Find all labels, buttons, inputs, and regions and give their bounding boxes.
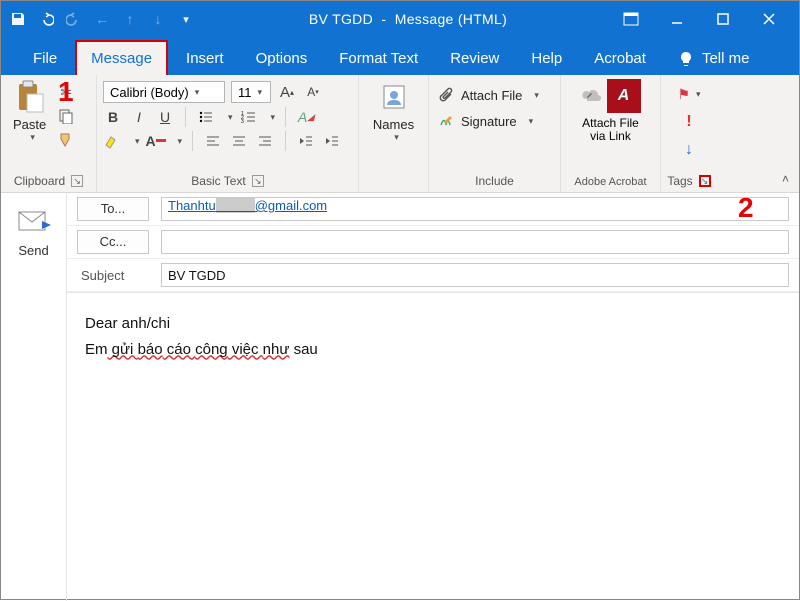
body-line-2: Em gửi báo cáo công việc như sau	[85, 337, 781, 363]
back-icon: ←	[93, 10, 111, 28]
clipboard-icon	[14, 81, 46, 113]
font-name-combo[interactable]: Calibri (Body)▾	[103, 81, 225, 103]
cc-row: Cc...	[67, 226, 799, 259]
attach-via-link-button[interactable]: Attach Filevia Link	[582, 117, 639, 143]
customize-qa-icon[interactable]: ▾	[177, 10, 195, 28]
underline-icon[interactable]: U	[155, 108, 175, 126]
send-column: Send	[1, 193, 67, 601]
maximize-icon[interactable]	[713, 9, 733, 29]
subject-input[interactable]	[161, 263, 789, 287]
align-right-icon[interactable]	[255, 132, 275, 150]
window-controls	[621, 9, 799, 29]
prev-item-icon: ↑	[121, 10, 139, 28]
tab-help[interactable]: Help	[517, 42, 576, 75]
subject-label: Subject	[77, 268, 149, 283]
basic-text-dialog-launcher-icon[interactable]: ↘	[252, 175, 264, 187]
adobe-icon: A	[607, 79, 641, 113]
signature-button[interactable]: Signature▾	[435, 111, 554, 131]
copy-icon[interactable]	[56, 107, 76, 125]
title-bar: ← ↑ ↓ ▾ BV TGDD - Message (HTML)	[1, 1, 799, 37]
group-adobe: A Attach Filevia Link Adobe Acrobat	[561, 75, 661, 192]
bullets-icon[interactable]	[196, 108, 216, 126]
tab-acrobat[interactable]: Acrobat	[580, 42, 660, 75]
next-item-icon: ↓	[149, 10, 167, 28]
body-line-1: Dear anh/chi	[85, 311, 781, 337]
align-center-icon[interactable]	[229, 132, 249, 150]
send-envelope-icon[interactable]	[18, 211, 50, 233]
paste-button[interactable]: Paste ▾	[7, 79, 52, 145]
italic-icon[interactable]: I	[129, 108, 149, 126]
group-clipboard: Paste ▾ ✂ Clipboard↘	[1, 75, 97, 192]
group-include: Attach File▾ Signature▾ Include	[429, 75, 561, 192]
popout-icon[interactable]	[621, 9, 641, 29]
cc-input[interactable]	[161, 230, 789, 254]
group-names: Names ▾	[359, 75, 429, 192]
lightbulb-icon	[678, 51, 694, 67]
tab-message[interactable]: Message	[75, 40, 168, 75]
clear-formatting-icon[interactable]: A◢	[296, 108, 316, 126]
tab-format-text[interactable]: Format Text	[325, 42, 432, 75]
paperclip-icon	[439, 87, 455, 103]
address-book-icon	[378, 81, 410, 113]
follow-up-flag-icon[interactable]: ⚑▾	[679, 85, 699, 103]
tags-dialog-launcher-icon[interactable]: ↘	[699, 175, 711, 187]
tab-insert[interactable]: Insert	[172, 42, 238, 75]
tab-review[interactable]: Review	[436, 42, 513, 75]
close-icon[interactable]	[759, 9, 779, 29]
cc-button[interactable]: Cc...	[77, 230, 149, 254]
to-input[interactable]: Thanhtuxxxxxx@gmail.com	[161, 197, 789, 221]
annotation-2: 2	[738, 192, 754, 224]
tab-file[interactable]: File	[19, 42, 71, 75]
send-button[interactable]: Send	[18, 243, 48, 258]
bold-icon[interactable]: B	[103, 108, 123, 126]
group-basic-text: Calibri (Body)▾ 11▾ A▴ A▾ B I U ▾ 123 ▾ …	[97, 75, 359, 192]
collapse-ribbon-icon[interactable]: ˄	[782, 172, 789, 186]
names-button[interactable]: Names ▾	[367, 79, 420, 145]
to-row: To... Thanhtuxxxxxx@gmail.com	[67, 193, 799, 226]
compose-area: Send To... Thanhtuxxxxxx@gmail.com Cc...…	[1, 193, 799, 601]
highlight-icon[interactable]	[103, 132, 123, 150]
font-size-combo[interactable]: 11▾	[231, 81, 271, 103]
high-importance-icon[interactable]: !	[679, 113, 699, 131]
group-tags: ⚑▾ ! ↓ Tags ↘	[661, 75, 717, 192]
subject-row: Subject	[67, 259, 799, 292]
align-left-icon[interactable]	[203, 132, 223, 150]
save-icon[interactable]	[9, 10, 27, 28]
decrease-indent-icon[interactable]	[296, 132, 316, 150]
annotation-1: 1	[58, 76, 74, 108]
ribbon-tab-strip: File Message Insert Options Format Text …	[1, 37, 799, 75]
low-importance-icon[interactable]: ↓	[679, 141, 699, 159]
cloud-attach-icon	[581, 87, 603, 105]
ribbon: Paste ▾ ✂ Clipboard↘ Calibri (Body)▾ 11▾…	[1, 75, 799, 193]
message-body[interactable]: Dear anh/chi Em gửi báo cáo công việc nh…	[67, 292, 799, 601]
quick-access-toolbar: ← ↑ ↓ ▾	[1, 10, 195, 28]
numbering-icon[interactable]: 123	[239, 108, 259, 126]
clipboard-dialog-launcher-icon[interactable]: ↘	[71, 175, 83, 187]
increase-indent-icon[interactable]	[322, 132, 342, 150]
shrink-font-icon[interactable]: A▾	[303, 83, 323, 101]
chevron-down-icon: ▾	[30, 132, 35, 143]
undo-icon[interactable]	[37, 10, 55, 28]
attach-file-button[interactable]: Attach File▾	[435, 85, 554, 105]
tab-options[interactable]: Options	[242, 42, 322, 75]
to-button[interactable]: To...	[77, 197, 149, 221]
tell-me-search[interactable]: Tell me	[664, 42, 764, 75]
font-color-icon[interactable]: A	[146, 132, 166, 150]
minimize-icon[interactable]	[667, 9, 687, 29]
signature-icon	[439, 113, 455, 129]
chevron-down-icon: ▾	[394, 132, 399, 143]
grow-font-icon[interactable]: A▴	[277, 83, 297, 101]
window-title: BV TGDD - Message (HTML)	[195, 11, 621, 27]
format-painter-icon[interactable]	[56, 131, 76, 149]
redo-icon	[65, 10, 83, 28]
svg-text:3: 3	[241, 119, 244, 124]
